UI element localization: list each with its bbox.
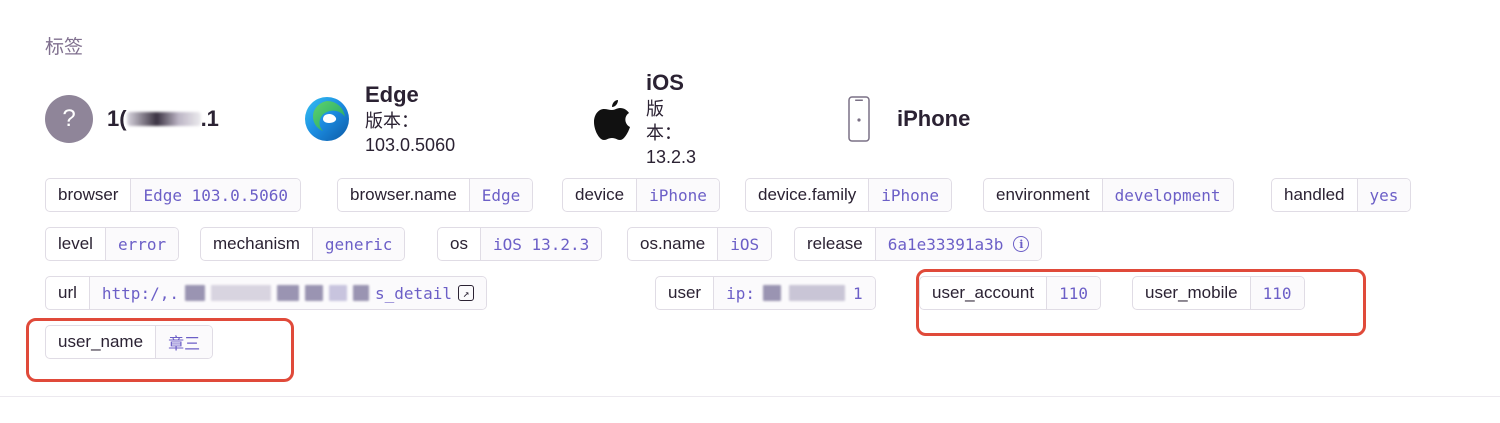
redacted-text: [184, 285, 205, 301]
tag-value[interactable]: 110: [1046, 277, 1100, 309]
tag-device-family[interactable]: device.family iPhone: [745, 178, 953, 212]
tag-handled[interactable]: handled yes: [1271, 178, 1412, 212]
redacted-text: [328, 285, 347, 301]
tag-key: level: [58, 234, 93, 253]
redacted-text: [210, 285, 271, 301]
tag-key: user: [668, 283, 702, 302]
os-version-label: 版本：: [646, 99, 682, 143]
apple-logo-icon: [592, 95, 632, 143]
context-browser[interactable]: Edge 版本： 103.0.5060: [303, 82, 455, 155]
release-value: 6a1e33391a3b: [887, 234, 1004, 254]
tag-value[interactable]: iPhone: [636, 179, 719, 211]
os-version: 版本： 13.2.3: [646, 97, 704, 169]
browser-version-label: 版本：: [365, 111, 419, 131]
tag-key: user_name: [58, 332, 144, 351]
tag-environment[interactable]: environment development: [983, 178, 1234, 212]
tag-key: release: [807, 234, 863, 253]
redacted-text: [276, 285, 299, 301]
tag-value[interactable]: iPhone: [868, 179, 952, 211]
browser-version: 版本： 103.0.5060: [365, 109, 455, 157]
tag-value[interactable]: 110: [1249, 277, 1304, 309]
context-ip[interactable]: ? 1( .1: [45, 90, 219, 148]
tag-value[interactable]: 章三: [155, 326, 213, 358]
tag-url[interactable]: url http:/,. s_detail ↗: [45, 276, 488, 310]
browser-version-value: 103.0.5060: [365, 135, 456, 155]
url-value-prefix: http:/,.: [101, 283, 179, 303]
tag-release[interactable]: release 6a1e33391a3b i: [794, 227, 1043, 261]
tag-key: device: [575, 185, 625, 204]
redacted-text: [788, 285, 845, 301]
tag-value[interactable]: 6a1e33391a3b i: [874, 228, 1042, 260]
tag-value[interactable]: ip: 1: [713, 277, 875, 309]
tag-key: browser: [58, 185, 119, 204]
tag-value[interactable]: Edge: [468, 179, 533, 211]
context-ip-text: 1(: [107, 106, 127, 131]
browser-name: Edge: [365, 82, 419, 107]
context-ip-suffix: .1: [200, 106, 219, 131]
tag-user-account[interactable]: user_account 110: [919, 276, 1101, 310]
context-device[interactable]: iPhone: [835, 90, 970, 148]
tag-value[interactable]: yes: [1356, 179, 1411, 211]
tag-key: os.name: [640, 234, 706, 253]
tag-key: os: [450, 234, 468, 253]
tag-value[interactable]: iOS: [717, 228, 772, 260]
redacted-text: [352, 285, 369, 301]
tag-level[interactable]: level error: [45, 227, 180, 261]
user-value-suffix: 1: [852, 283, 863, 303]
tag-user-name[interactable]: user_name 章三: [45, 325, 214, 359]
question-mark-icon: ?: [45, 95, 93, 143]
external-link-icon[interactable]: ↗: [458, 285, 475, 301]
redacted-text: [762, 285, 781, 301]
divider: [0, 396, 1500, 397]
tag-key: environment: [996, 185, 1090, 204]
os-version-value: 13.2.3: [646, 147, 697, 167]
tag-value[interactable]: iOS 13.2.3: [479, 228, 602, 260]
tag-device[interactable]: device iPhone: [562, 178, 720, 212]
info-icon[interactable]: i: [1013, 236, 1030, 252]
tag-browser-name[interactable]: browser.name Edge: [337, 178, 534, 212]
section-title: 标签: [45, 37, 84, 58]
tag-user[interactable]: user ip: 1: [655, 276, 876, 310]
url-value-suffix: s_detail: [374, 283, 453, 303]
user-value-prefix: ip:: [726, 283, 755, 303]
device-name: iPhone: [897, 106, 971, 131]
tag-value[interactable]: error: [104, 228, 179, 260]
tag-user-mobile[interactable]: user_mobile 110: [1132, 276, 1305, 310]
tag-os[interactable]: os iOS 13.2.3: [437, 227, 603, 261]
tag-key: mechanism: [213, 234, 300, 253]
redacted-text: [304, 285, 323, 301]
tag-key: handled: [1284, 185, 1345, 204]
tag-os-name[interactable]: os.name iOS: [627, 227, 773, 261]
edge-logo-icon: [303, 95, 351, 143]
tag-browser[interactable]: browser Edge 103.0.5060: [45, 178, 301, 212]
tag-value[interactable]: Edge 103.0.5060: [130, 179, 300, 211]
tag-mechanism[interactable]: mechanism generic: [200, 227, 406, 261]
tag-value[interactable]: http:/,. s_detail ↗: [88, 277, 487, 309]
tag-value[interactable]: generic: [311, 228, 405, 260]
tag-key: user_mobile: [1145, 283, 1238, 302]
os-name: iOS: [646, 70, 684, 95]
context-os[interactable]: iOS 版本： 13.2.3: [592, 70, 704, 167]
tag-key: browser.name: [350, 185, 457, 204]
redacted-ip: [126, 112, 201, 126]
tag-value[interactable]: development: [1101, 179, 1233, 211]
tag-key: user_account: [932, 283, 1035, 302]
tag-key: device.family: [758, 185, 857, 204]
phone-icon: [835, 95, 883, 143]
tag-key: url: [58, 283, 77, 302]
